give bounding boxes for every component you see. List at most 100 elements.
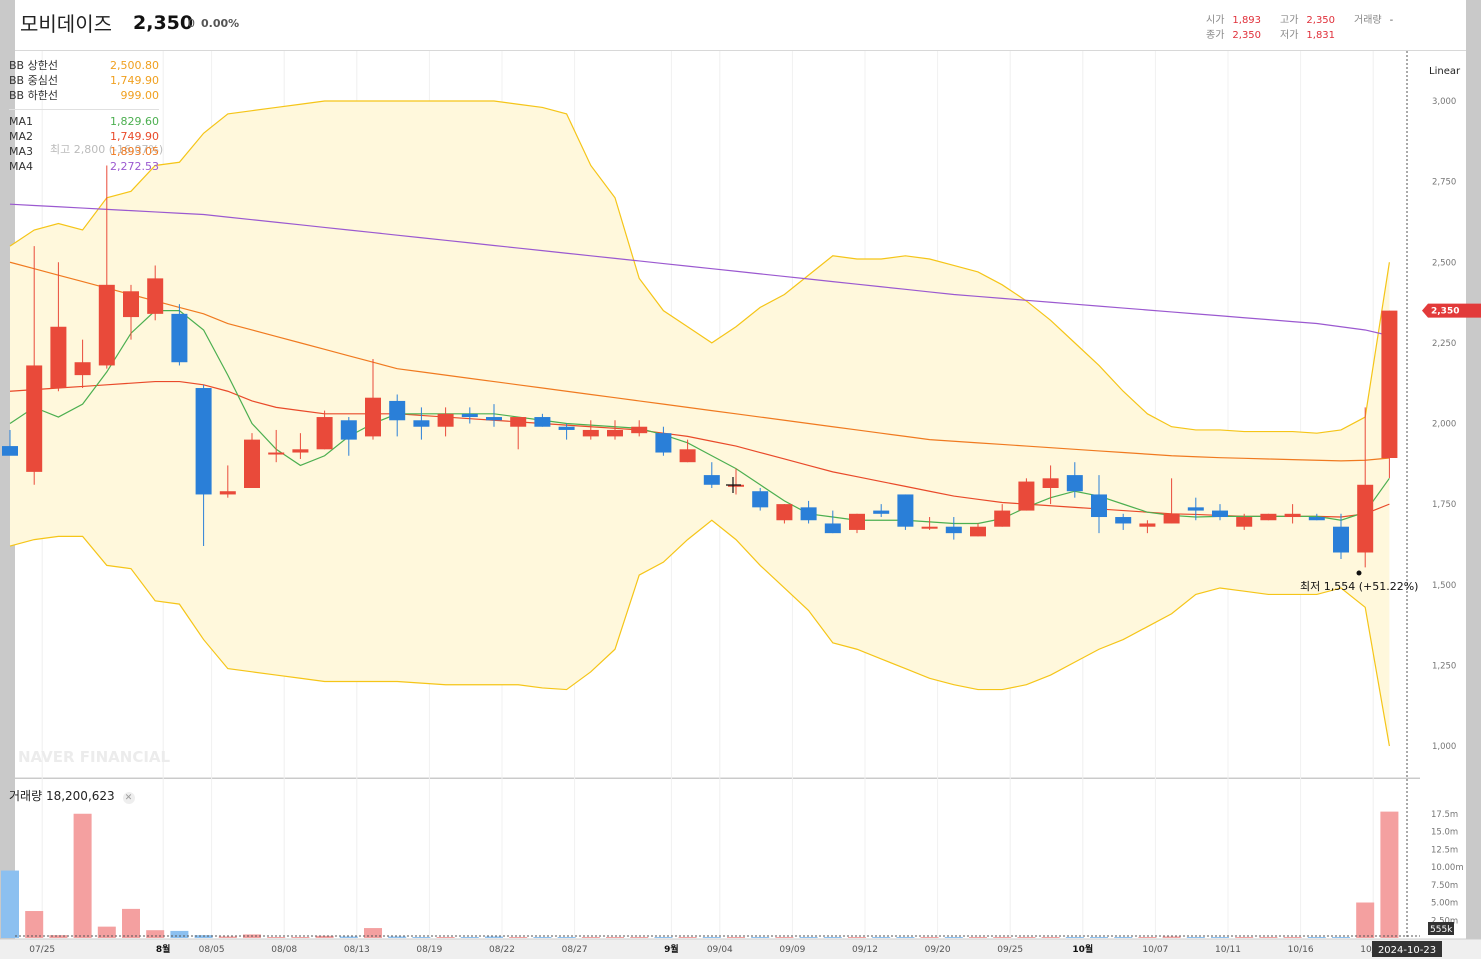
- high-value: 2,350: [1306, 15, 1336, 26]
- volume-tick-label: 17.5m: [1431, 810, 1458, 820]
- volume-info-value: -: [1389, 15, 1394, 26]
- open-label: 시가: [1206, 15, 1225, 26]
- legend-ma1[interactable]: MA1 1,829.60: [9, 114, 159, 129]
- volume-bar: [218, 936, 237, 938]
- price-tick-label: 1,000: [1432, 742, 1456, 752]
- min-price-annotation: 최저 1,554 (+51.22%): [1300, 580, 1418, 593]
- volume-info: 거래량 -: [1354, 11, 1393, 26]
- x-tick-label: 8월: [156, 943, 171, 955]
- candle-body: [1260, 513, 1277, 521]
- volume-tick-label: 12.5m: [1431, 845, 1458, 855]
- volume-bar: [146, 930, 165, 938]
- candle-body: [703, 475, 720, 485]
- volume-bar: [460, 937, 479, 938]
- candle-body: [776, 504, 793, 521]
- date-crosshair-tag-label: 2024-10-23: [1378, 945, 1436, 956]
- volume-bar: [170, 930, 189, 938]
- volume-tick-label: 15.0m: [1431, 828, 1458, 838]
- price-tick-label: 1,250: [1432, 661, 1456, 671]
- volume-bar: [509, 937, 528, 938]
- volume-bar: [848, 937, 866, 938]
- candle: [1381, 310, 1398, 479]
- volume-bar: [1, 870, 19, 938]
- candle-body: [123, 291, 139, 318]
- scale-mode-label: Linear: [1429, 66, 1461, 77]
- volume-bar: [1186, 937, 1205, 938]
- volume-crosshair-tag-label: 555k: [1430, 925, 1453, 935]
- legend-ma3[interactable]: MA3 1,893.05: [9, 144, 159, 159]
- volume-bar: [751, 937, 770, 938]
- high-label: 고가: [1280, 15, 1299, 26]
- volume-bar: [630, 937, 649, 938]
- volume-bar: [267, 937, 286, 938]
- candle-body: [268, 452, 285, 455]
- x-tick-label: 09/09: [779, 945, 805, 955]
- candle-body: [994, 510, 1011, 527]
- candle-body: [292, 449, 309, 453]
- candle-body: [437, 413, 454, 427]
- volume-bar: [896, 937, 915, 938]
- candle: [1018, 478, 1035, 511]
- volume-panel-title: 거래량 18,200,623 ✕: [9, 787, 135, 804]
- candle-body: [945, 526, 962, 534]
- candle-body: [98, 284, 115, 366]
- price-tick-label: 2,000: [1432, 420, 1456, 430]
- volume-bar: [73, 813, 92, 938]
- volume-bar: [1259, 937, 1278, 938]
- legend-ma4[interactable]: MA4 2,272.53: [9, 159, 159, 174]
- volume-bar: [1162, 936, 1181, 938]
- candle: [897, 494, 914, 530]
- volume-bar: [1332, 937, 1350, 938]
- candle-body: [1357, 484, 1374, 553]
- volume-tick-label: 7.50m: [1431, 881, 1458, 891]
- x-tick-label: 10월: [1072, 943, 1093, 955]
- stock-change-rate: 0.00%: [201, 17, 240, 30]
- open-value: 1,893: [1232, 15, 1262, 26]
- price-tick-label: 1,500: [1432, 581, 1456, 591]
- candle-body: [1139, 523, 1156, 527]
- volume-bar: [993, 937, 1012, 938]
- candle-body: [921, 526, 938, 529]
- volume-bar: [25, 911, 44, 938]
- close-label: 종가: [1206, 30, 1225, 41]
- volume-bar: [485, 936, 503, 938]
- candle-body: [365, 397, 381, 437]
- volume-tick-label: 10.00m: [1431, 863, 1464, 873]
- candle-body: [1333, 526, 1349, 553]
- stock-name: 모비데이즈: [20, 12, 112, 36]
- x-tick-label: 08/08: [271, 945, 297, 955]
- volume-bar: [823, 937, 842, 938]
- volume-panel-bg: [15, 779, 1466, 959]
- volume-bar: [557, 937, 576, 938]
- candle-body: [752, 491, 769, 508]
- price-tick-label: 2,750: [1432, 178, 1456, 188]
- candle-body: [389, 400, 406, 421]
- volume-bar: [1041, 937, 1060, 938]
- close-icon[interactable]: ✕: [122, 792, 135, 804]
- candle-body: [26, 365, 43, 472]
- volume-bar: [1065, 937, 1084, 938]
- legend-bb-middle[interactable]: BB 중심선 1,749.90: [9, 73, 159, 88]
- x-tick-label: 9월: [664, 943, 679, 955]
- candle-body: [1163, 513, 1180, 524]
- volume-bar: [1090, 937, 1108, 938]
- candle-body: [655, 433, 672, 453]
- legend-ma2[interactable]: MA2 1,749.90: [9, 129, 159, 144]
- x-tick-label: 10/11: [1215, 945, 1241, 955]
- volume-bar: [920, 937, 939, 938]
- candle-body: [970, 526, 986, 537]
- volume-bar: [1307, 937, 1326, 938]
- close-value: 2,350: [1232, 30, 1262, 41]
- candle-body: [849, 513, 865, 530]
- legend-bb-lower[interactable]: BB 하한선 999.00: [9, 88, 159, 103]
- stock-chart[interactable]: Linear 3,000 2,750 2,500 2,250 2,000 1,750 1,50…: [0, 0, 1481, 959]
- legend-bb-upper[interactable]: BB 상한선 2,500.80: [9, 58, 159, 73]
- candle-body: [897, 494, 914, 527]
- candle-body: [316, 417, 333, 450]
- watermark-logo: NAVER FINANCIAL: [18, 748, 171, 766]
- candle: [1260, 513, 1277, 521]
- candle-body: [147, 278, 164, 314]
- volume-bar: [122, 908, 140, 938]
- volume-bar: [1283, 937, 1302, 938]
- high-price-info: 고가 2,350: [1280, 11, 1335, 26]
